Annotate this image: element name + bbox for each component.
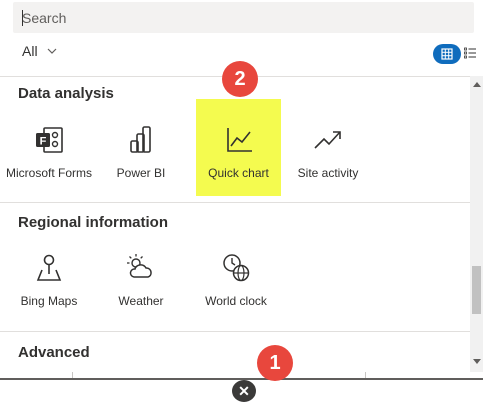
tile-power-bi[interactable]: Power BI [98,107,184,203]
marker-number: 2 [234,67,246,90]
list-view-button[interactable] [463,45,477,61]
weather-icon [127,254,152,278]
site-activity-icon [314,131,341,149]
vertical-scrollbar[interactable] [470,76,483,372]
tile-site-activity[interactable]: Site activity [285,107,371,203]
close-toolbox-button[interactable]: ✕ [232,380,256,402]
list-icon [464,47,476,59]
grid-view-button[interactable] [433,44,461,64]
filter-label: All [22,43,38,59]
quick-chart-icon [226,128,252,152]
annotation-marker-2: 2 [222,61,258,97]
section-title-regional-information: Regional information [18,214,168,231]
map-pin-icon [36,254,62,281]
power-bi-icon [130,126,151,153]
filter-dropdown[interactable]: All [22,43,57,59]
section-title-data-analysis: Data analysis [18,85,114,102]
section-divider [0,202,470,203]
tile-label: Bing Maps [20,294,78,308]
grid-icon [441,48,453,60]
section-title-advanced: Advanced [18,344,90,361]
marker-number: 1 [269,351,281,374]
section-divider [0,331,470,332]
scroll-up-arrow-icon[interactable] [473,82,481,87]
chevron-down-icon [47,48,56,54]
svg-text:F: F [40,136,47,148]
webpart-list: Data analysis F Microsoft Forms Power BI [0,76,470,372]
tile-label: Power BI [116,166,166,180]
text-cursor [22,10,23,26]
tile-label: Microsoft Forms [6,166,93,180]
tile-quick-chart[interactable]: Quick chart [196,99,281,196]
close-icon: ✕ [238,382,250,399]
annotation-marker-1: 1 [257,345,293,381]
tile-label: Quick chart [208,166,269,180]
world-clock-icon [223,254,250,282]
scrollbar-thumb[interactable] [472,266,481,314]
forms-icon: F [36,127,63,153]
tile-label: Weather [118,294,164,308]
toolbox-panel: All Data analysis [0,0,483,372]
search-input[interactable] [13,2,474,33]
tile-world-clock[interactable]: World clock [193,235,279,331]
tile-weather[interactable]: Weather [98,235,184,331]
tile-bing-maps[interactable]: Bing Maps [6,235,92,331]
tile-label: World clock [205,294,267,308]
tile-label: Site activity [297,166,359,180]
search-box[interactable] [13,2,474,33]
scroll-down-arrow-icon[interactable] [473,359,481,364]
tile-microsoft-forms[interactable]: F Microsoft Forms [6,107,92,203]
